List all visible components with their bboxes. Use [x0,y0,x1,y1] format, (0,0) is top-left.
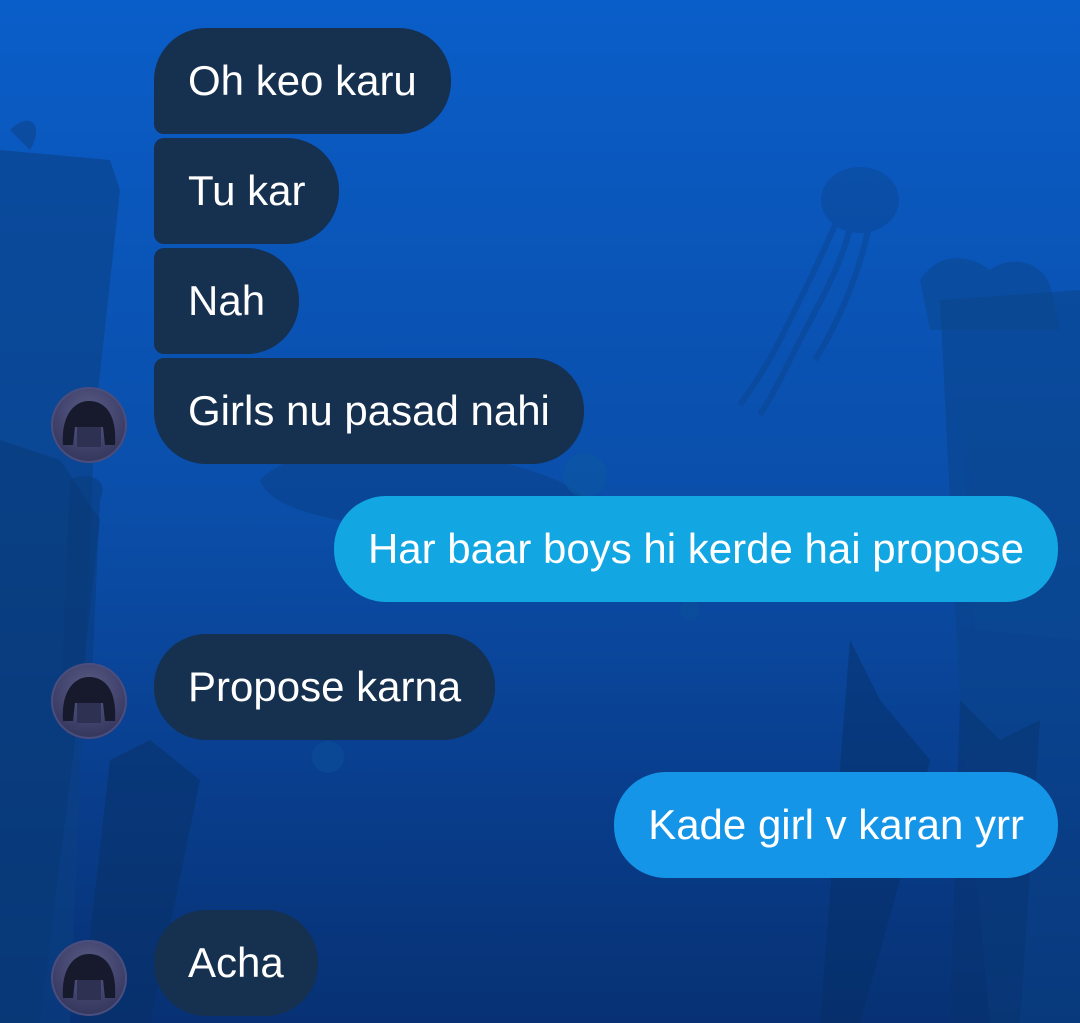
incoming-message-bubble[interactable]: Tu kar [154,138,340,244]
outgoing-message-bubble[interactable]: Har baar boys hi kerde hai propose [333,496,1058,602]
contact-avatar-icon[interactable] [51,387,127,463]
incoming-message-bubble[interactable]: Oh keo karu [154,28,451,134]
incoming-message-bubble[interactable]: Acha [154,910,318,1016]
contact-avatar-icon[interactable] [51,940,127,1016]
incoming-message-bubble[interactable]: Nah [154,248,300,354]
message-thread: Oh keo karu Tu kar Nah Girls nu pasad na… [0,0,1080,1023]
contact-avatar-icon[interactable] [51,663,127,739]
incoming-message-bubble[interactable]: Propose karna [154,634,496,740]
incoming-message-bubble[interactable]: Girls nu pasad nahi [154,358,584,464]
outgoing-message-bubble[interactable]: Kade girl v karan yrr [614,772,1058,878]
